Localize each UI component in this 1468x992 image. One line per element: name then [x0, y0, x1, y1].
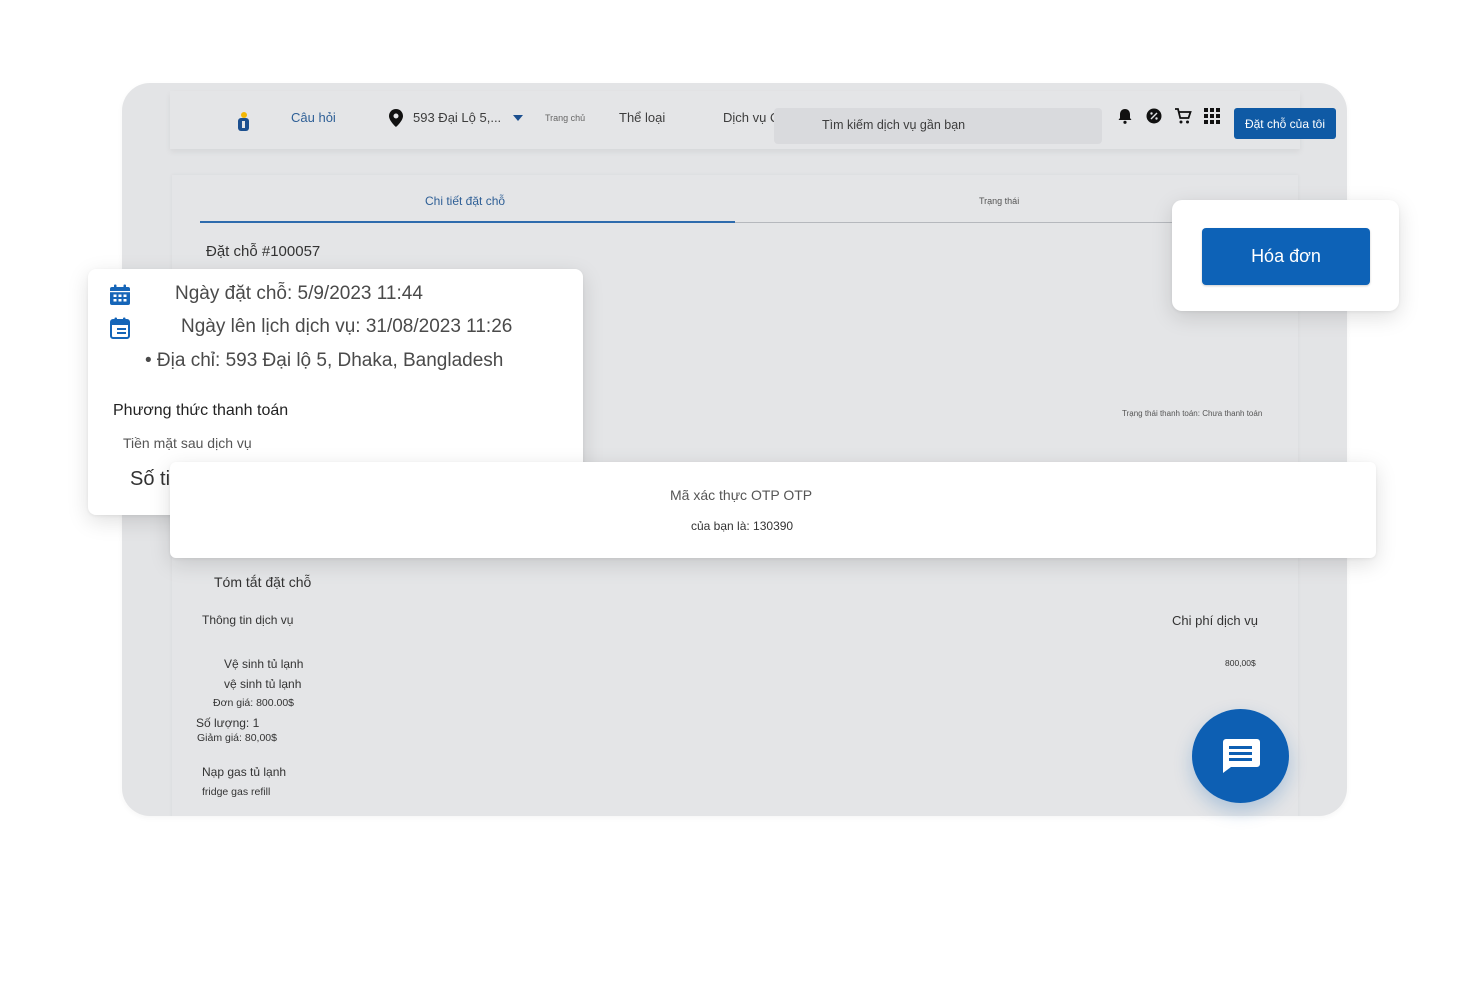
tab-status[interactable]: Trạng thái	[979, 196, 1019, 206]
offers-icon[interactable]	[1145, 107, 1163, 125]
service-info-header: Thông tin dịch vụ	[202, 613, 294, 627]
active-tab-indicator	[200, 221, 735, 223]
location-selector[interactable]: 593 Đại Lộ 5,...	[413, 110, 501, 125]
service-item-name: Nạp gas tủ lạnh	[202, 765, 287, 779]
service-item-cost: 800,00$	[1225, 658, 1256, 668]
booking-summary-title: Tóm tắt đặt chỗ	[214, 574, 312, 590]
tab-booking-details[interactable]: Chi tiết đặt chỗ	[425, 194, 505, 208]
top-navigation-bar: Câu hỏi 593 Đại Lộ 5,... Trang chủ Thể l…	[170, 91, 1336, 149]
nav-services[interactable]: Dịch vụ Q	[723, 110, 780, 125]
schedule-date: Ngày lên lịch dịch vụ: 31/08/2023 11:26	[181, 316, 513, 337]
search-placeholder: Tìm kiếm dịch vụ gần bạn	[822, 118, 966, 132]
otp-card: Mã xác thực OTP OTP của bạn là: 130390	[170, 462, 1376, 558]
service-item-name: Vệ sinh tủ lạnh	[224, 657, 304, 671]
service-item-discount: Giảm giá: 80,00$	[197, 732, 277, 744]
payment-method-value: Tiền mặt sau dịch vụ	[123, 435, 252, 451]
my-bookings-button[interactable]: Đặt chỗ của tôi	[1234, 108, 1336, 139]
nav-category[interactable]: Thể loại	[619, 110, 665, 125]
search-input[interactable]: Tìm kiếm dịch vụ gần bạn	[774, 108, 1102, 144]
calendar-schedule-icon	[110, 317, 130, 339]
faq-link[interactable]: Câu hỏi	[291, 110, 336, 125]
booking-id: Đặt chỗ #100057	[206, 243, 321, 260]
otp-label: Mã xác thực OTP OTP	[670, 487, 813, 503]
service-item-quantity: Số lượng: 1	[196, 716, 260, 730]
brand-logo-icon[interactable]	[236, 111, 252, 133]
payment-status: Trạng thái thanh toán: Chưa thanh toán	[1122, 409, 1263, 418]
chevron-down-icon[interactable]	[513, 114, 523, 122]
chat-message-icon	[1222, 739, 1260, 773]
service-item-variant: fridge gas refill	[202, 786, 271, 798]
nav-home[interactable]: Trang chủ	[545, 113, 585, 123]
otp-code: của bạn là: 130390	[691, 519, 794, 533]
service-address: • Địa chỉ: 593 Đại lộ 5, Dhaka, Banglade…	[145, 350, 504, 371]
cart-icon[interactable]	[1174, 107, 1192, 125]
notification-bell-icon[interactable]	[1116, 107, 1134, 125]
booking-date: Ngày đặt chỗ: 5/9/2023 11:44	[175, 283, 423, 304]
service-item-unit-price: Đơn giá: 800.00$	[213, 697, 295, 709]
service-cost-header: Chi phí dịch vụ	[1172, 613, 1258, 628]
apps-grid-icon[interactable]	[1203, 107, 1221, 125]
invoice-card: Hóa đơn	[1172, 200, 1399, 311]
location-pin-icon	[389, 109, 403, 127]
stage: Câu hỏi 593 Đại Lộ 5,... Trang chủ Thể l…	[0, 0, 1468, 992]
calendar-icon	[110, 284, 130, 305]
chat-button[interactable]	[1192, 709, 1289, 803]
payment-method-title: Phương thức thanh toán	[113, 402, 289, 419]
invoice-button[interactable]: Hóa đơn	[1202, 228, 1370, 285]
service-item-variant: vệ sinh tủ lạnh	[224, 677, 302, 691]
